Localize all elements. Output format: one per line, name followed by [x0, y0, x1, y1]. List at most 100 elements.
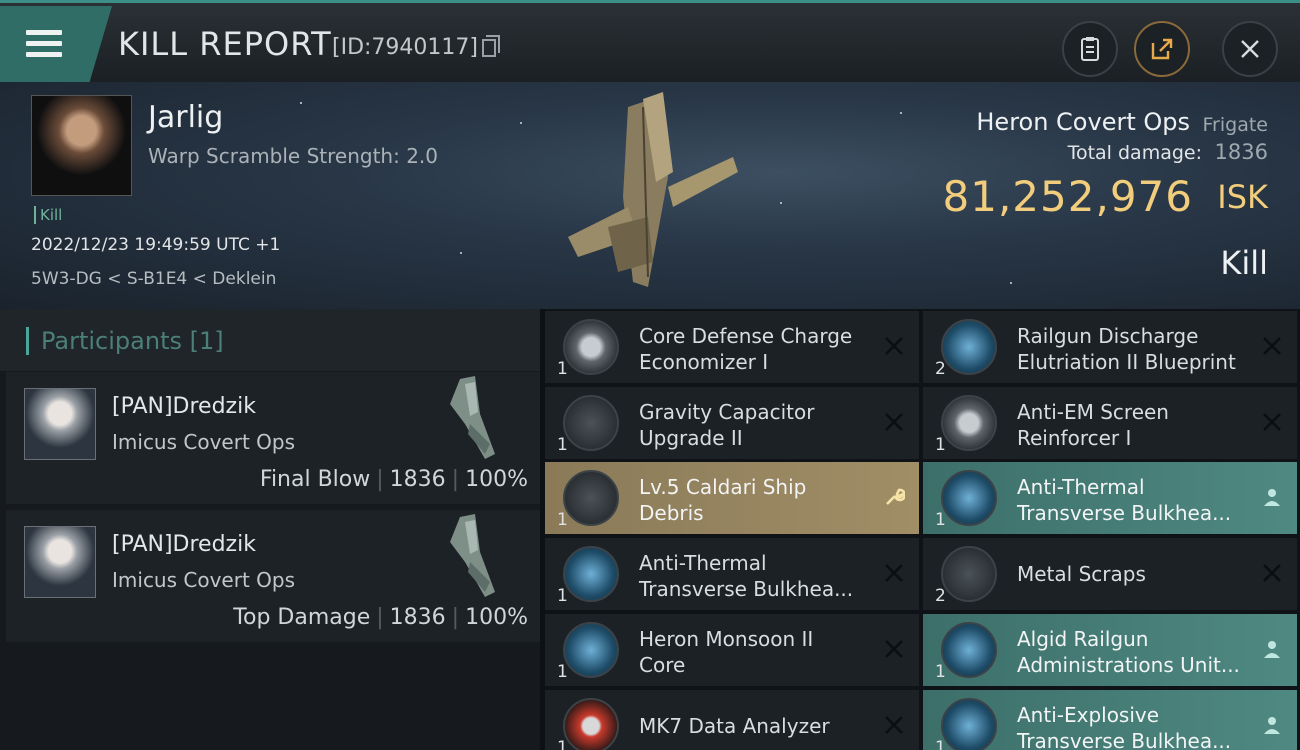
victim-ship-name[interactable]: Heron Covert Ops: [976, 108, 1190, 136]
item-slot[interactable]: 1 Anti-Explosive Transverse Bulkhea...: [923, 690, 1297, 750]
participant-damage: 1836: [389, 467, 446, 492]
share-icon: [1151, 38, 1173, 60]
participant-percent: 100%: [465, 467, 528, 492]
victim-banner: Jarlig Warp Scramble Strength: 2.0 Kill …: [0, 82, 1300, 309]
participant-name: [PAN]Dredzik: [112, 532, 256, 557]
item-quantity: 2: [935, 586, 946, 606]
item-quantity: 1: [557, 662, 568, 682]
participants-header: Participants [1]: [0, 309, 540, 371]
item-name: Metal Scraps: [1017, 562, 1146, 586]
share-button[interactable]: [1134, 21, 1190, 77]
item-name: Anti-EM Screen Reinforcer I: [1017, 400, 1169, 450]
participant-avatar: [24, 388, 96, 460]
item-name: Anti-Thermal Transverse Bulkhea...: [1017, 475, 1232, 525]
item-slot[interactable]: 1 Anti-EM Screen Reinforcer I: [923, 387, 1297, 459]
rig-icon: [563, 395, 619, 451]
wrench-icon: [886, 488, 905, 505]
item-slot[interactable]: 1 Algid Railgun Administrations Unit...: [923, 614, 1297, 686]
victim-name[interactable]: Jarlig: [148, 100, 223, 135]
destroyed-x-icon: [1263, 413, 1281, 431]
person-icon: [1264, 489, 1280, 506]
item-slot[interactable]: 2 Railgun Discharge Elutriation II Bluep…: [923, 311, 1297, 383]
total-damage-value: 1836: [1214, 140, 1268, 164]
blueprint-icon: [941, 470, 997, 526]
page-title: KILL REPORT: [118, 25, 332, 63]
item-slot[interactable]: 1 Anti-Thermal Transverse Bulkhea...: [545, 538, 919, 610]
item-slot[interactable]: 1 Heron Monsoon II Core: [545, 614, 919, 686]
copy-icon[interactable]: [482, 35, 500, 57]
clipboard-button[interactable]: [1062, 21, 1118, 77]
shield-module-icon: [563, 319, 619, 375]
kill-location[interactable]: 5W3-DG < S-B1E4 < Deklein: [31, 269, 276, 289]
item-quantity: 1: [557, 359, 568, 379]
item-name: Heron Monsoon II Core: [639, 627, 814, 677]
participants-title: Participants [1]: [26, 327, 224, 355]
item-name: Core Defense Charge Economizer I: [639, 324, 853, 374]
shield-module-icon: [941, 395, 997, 451]
isk-value: 81,252,976: [942, 172, 1193, 221]
item-slot[interactable]: 2 Metal Scraps: [923, 538, 1297, 610]
participant-card[interactable]: [PAN]Dredzik Imicus Covert Ops Final Blo…: [6, 372, 540, 504]
item-quantity: 1: [557, 510, 568, 530]
participant-ship-icon: [450, 514, 495, 597]
victim-portrait[interactable]: [31, 95, 132, 196]
item-quantity: 1: [557, 738, 568, 750]
victim-subtitle: Warp Scramble Strength: 2.0: [148, 144, 439, 168]
dropped-items-grid: 1 Core Defense Charge Economizer I 2 Rai…: [545, 309, 1300, 750]
destroyed-x-icon: [885, 640, 903, 658]
participant-avatar: [24, 526, 96, 598]
top-bar: KILL REPORT [ID:7940117]: [0, 0, 1300, 82]
item-name: Anti-Thermal Transverse Bulkhea...: [639, 551, 854, 601]
menu-button[interactable]: [0, 6, 112, 82]
item-slot[interactable]: 1 Anti-Thermal Transverse Bulkhea...: [923, 462, 1297, 534]
participant-name: [PAN]Dredzik: [112, 394, 256, 419]
blueprint-icon: [941, 698, 997, 750]
participant-percent: 100%: [465, 605, 528, 630]
item-name: MK7 Data Analyzer: [639, 714, 830, 738]
hamburger-icon: [26, 30, 62, 60]
destroyed-x-icon: [1263, 564, 1281, 582]
participant-ship: Imicus Covert Ops: [112, 568, 296, 592]
participant-stats: Final Blow | 1836 | 100%: [259, 467, 528, 492]
item-slot[interactable]: 1 Lv.5 Caldari Ship Debris: [545, 462, 919, 534]
item-name: Gravity Capacitor Upgrade II: [639, 400, 815, 450]
participants-panel: Participants [1] [PAN]Dredzik Imicus Cov…: [0, 309, 540, 750]
core-icon: [563, 622, 619, 678]
item-quantity: 1: [557, 435, 568, 455]
debris-icon: [563, 470, 619, 526]
isk-unit: ISK: [1217, 178, 1268, 216]
item-slot[interactable]: 1 Core Defense Charge Economizer I: [545, 311, 919, 383]
close-icon: [1241, 40, 1259, 58]
victim-ship-image: [568, 92, 738, 287]
item-quantity: 1: [557, 586, 568, 606]
participant-damage: 1836: [389, 605, 446, 630]
item-name: Anti-Explosive Transverse Bulkhea...: [1017, 703, 1232, 750]
kill-timestamp: 2022/12/23 19:49:59 UTC +1: [31, 235, 281, 255]
kill-tag: Kill: [34, 206, 62, 224]
item-quantity: 1: [935, 510, 946, 530]
destroyed-x-icon: [885, 716, 903, 734]
item-name: Lv.5 Caldari Ship Debris: [639, 475, 807, 525]
item-quantity: 2: [935, 359, 946, 379]
item-slot[interactable]: 1 Gravity Capacitor Upgrade II: [545, 387, 919, 459]
participant-role: Top Damage: [233, 605, 371, 630]
blueprint-icon: [563, 546, 619, 602]
participant-stats: Top Damage | 1836 | 100%: [233, 605, 528, 630]
kill-result: Kill: [1220, 244, 1268, 282]
destroyed-x-icon: [885, 337, 903, 355]
clipboard-icon: [1081, 37, 1099, 61]
person-icon: [1264, 717, 1280, 734]
close-button[interactable]: [1222, 21, 1278, 77]
item-quantity: 1: [935, 435, 946, 455]
total-damage-label: Total damage:: [1067, 142, 1202, 164]
participant-card[interactable]: [PAN]Dredzik Imicus Covert Ops Top Damag…: [6, 510, 540, 642]
participant-ship-icon: [450, 376, 495, 459]
item-slot[interactable]: 1 MK7 Data Analyzer: [545, 690, 919, 750]
participant-role: Final Blow: [259, 467, 371, 492]
victim-ship-class: Frigate: [1202, 114, 1268, 136]
destroyed-x-icon: [1263, 337, 1281, 355]
report-id: [ID:7940117]: [332, 35, 478, 60]
scrap-icon: [941, 546, 997, 602]
destroyed-x-icon: [885, 564, 903, 582]
person-icon: [1264, 641, 1280, 658]
